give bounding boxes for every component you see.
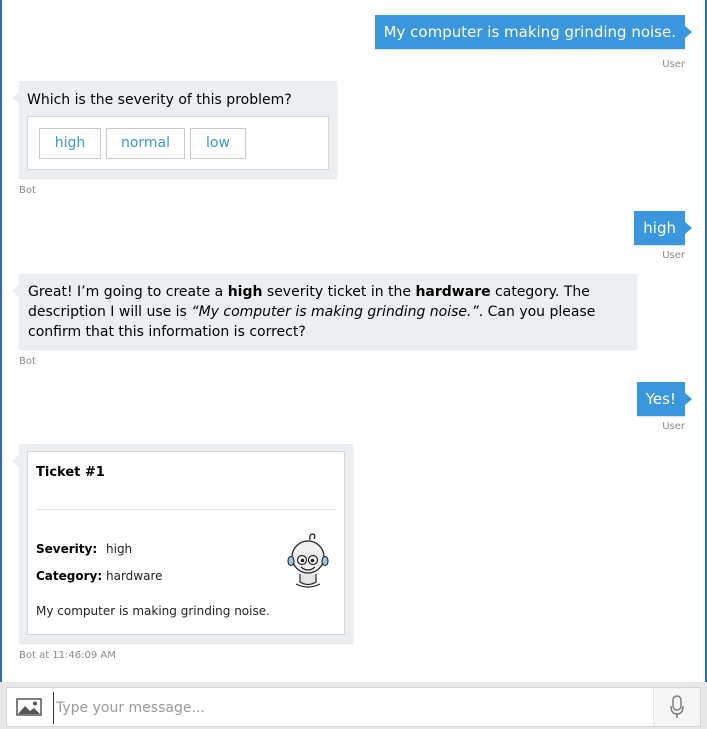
user-message: My computer is making grinding noise.: [374, 15, 693, 49]
message-sender: User: [662, 59, 685, 70]
choice-button-low[interactable]: low: [190, 128, 246, 159]
composer-box: [6, 687, 701, 727]
message-timestamp: Bot at 11:46:09 AM: [19, 650, 116, 661]
message-sender: User: [662, 250, 685, 261]
severity-label: Severity:: [36, 542, 98, 556]
divider: [36, 509, 336, 510]
category-value: hardware: [106, 569, 163, 583]
choice-button-high[interactable]: high: [39, 128, 101, 159]
user-message: Yes!: [636, 382, 693, 416]
message-sender: Bot: [19, 185, 36, 196]
message-text-part: severity ticket in the: [262, 284, 416, 300]
message-input[interactable]: [53, 692, 658, 724]
message-text: My computer is making grinding noise.: [383, 23, 676, 41]
user-message: high: [634, 211, 692, 245]
category-emphasis: hardware: [415, 284, 491, 300]
message-composer: [0, 682, 707, 729]
robot-mascot-icon: [287, 533, 329, 588]
window-frame-left: [0, 0, 2, 729]
message-sender: Bot: [19, 356, 36, 367]
message-sender: User: [662, 421, 685, 432]
message-text: Which is the severity of this problem?: [27, 92, 292, 108]
ticket-title: Ticket #1: [36, 465, 105, 480]
category-label: Category:: [36, 569, 103, 583]
microphone-button[interactable]: [653, 688, 700, 726]
message-text: high: [643, 219, 676, 237]
bot-message: Which is the severity of this problem? h…: [12, 81, 337, 178]
message-text-part: Great! I’m going to create a: [28, 284, 228, 300]
upload-button[interactable]: [7, 688, 51, 726]
ticket-card: Ticket #1 Severity: high Category: hardw…: [27, 451, 345, 635]
description-quote: “My computer is making grinding noise.”: [191, 304, 479, 320]
choice-button-normal[interactable]: normal: [106, 128, 185, 159]
severity-emphasis: high: [227, 284, 263, 300]
severity-value: high: [106, 542, 133, 556]
bot-message: Ticket #1 Severity: high Category: hardw…: [12, 444, 353, 643]
microphone-icon: [670, 695, 684, 718]
suggested-actions-card: high normal low: [27, 116, 329, 170]
image-upload-icon: [16, 698, 42, 716]
bot-message: Great! I’m going to create a high severi…: [12, 274, 637, 349]
message-text: Yes!: [645, 390, 676, 408]
ticket-description: My computer is making grinding noise.: [36, 604, 270, 618]
